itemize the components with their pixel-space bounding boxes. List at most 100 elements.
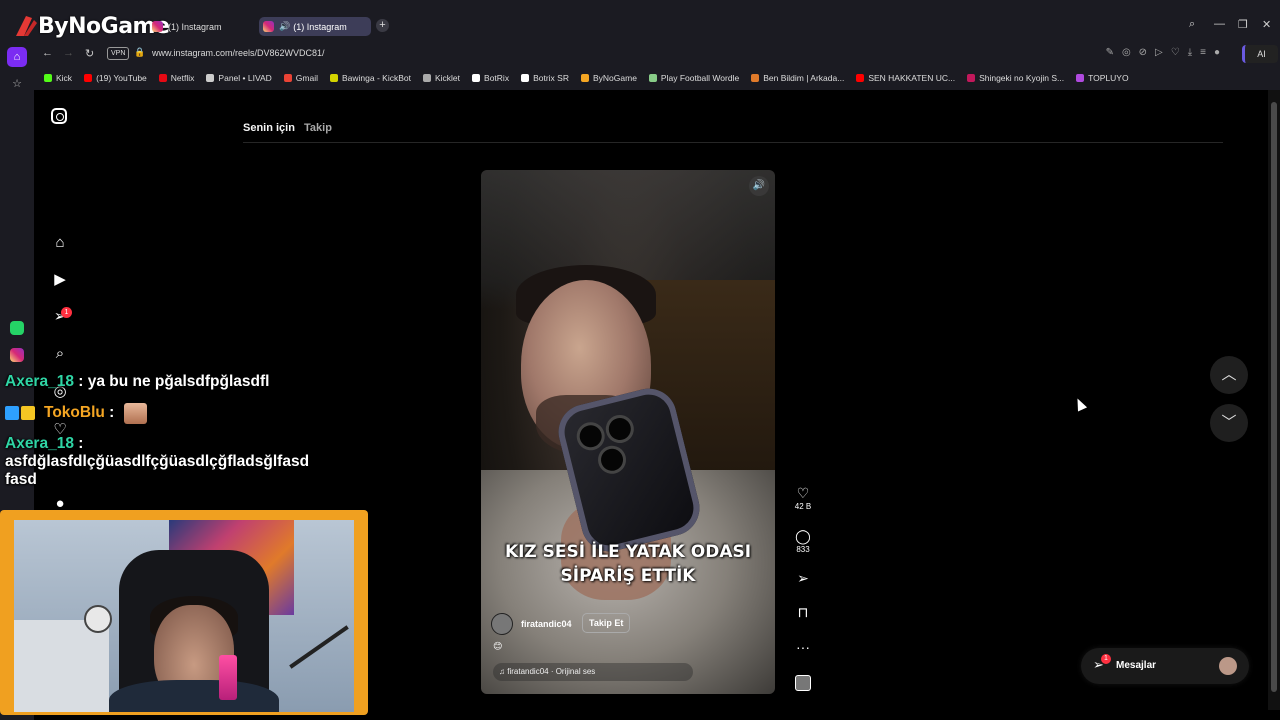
search-tabs-icon[interactable]: ⌕ [1189,18,1195,31]
back-button[interactable]: ← [42,47,53,59]
tab-for-you[interactable]: Senin için [243,122,295,134]
bookmark-kick[interactable]: Kick [44,73,72,83]
send-icon[interactable]: ➢ [793,570,813,586]
kicklet-icon [422,74,431,82]
audio-track[interactable]: ♫ firatandic04 · Orijinal ses [493,663,693,681]
search-icon[interactable]: ⌕ [51,345,69,363]
crown-icon [21,406,35,420]
bookmark-shingeki[interactable]: Shingeki no Kyojin S... [967,73,1064,83]
bawinga-icon [330,74,338,82]
bookmark-botrix[interactable]: BotRix [472,73,509,83]
chevron-up-icon: ︿ [1221,366,1237,383]
toolbar-icons[interactable]: ✎◎⊘▷♡⤓≡● [1106,47,1228,58]
reel-description[interactable]: 😊 [493,641,502,652]
livad-icon [206,74,215,82]
more-icon[interactable]: ··· [793,639,813,655]
youtube-icon [84,74,93,82]
lock-icon[interactable]: 🔒 [134,47,145,58]
address-bar-row: ← → ↻ VPN 🔒 www.instagram.com/reels/DV86… [34,42,1280,66]
home-icon[interactable]: ⌂ [51,234,69,252]
save-action[interactable]: ⊓ [793,604,813,620]
chat-badges [5,406,37,420]
browser-home-icon[interactable]: ⌂ [7,47,27,67]
forward-button[interactable]: → [63,47,74,59]
scrollbar-thumb[interactable] [1271,102,1277,692]
whatsapp-icon[interactable] [10,321,24,335]
chevron-down-icon: ﹀ [1221,414,1237,431]
creator-username[interactable]: firatandic04 [521,619,572,629]
anime-icon [967,74,976,82]
reel-caption: KIZ SESİ İLE YATAK ODASI SİPARİŞ ETTİK [481,540,775,588]
chat-message-2: TokoBlu : [44,404,114,422]
reels-icon[interactable]: ▶ [51,271,69,289]
instagram-favicon-icon [263,21,274,32]
bookmark-youtube[interactable]: (19) YouTube [84,73,147,83]
audio-label: firatandic04 · Orijinal ses [507,667,596,676]
chat-username: TokoBlu [44,404,105,421]
messages-button[interactable]: ➢ 1 Mesajlar [1081,648,1249,684]
ai-button[interactable]: AI [1242,45,1278,63]
maximize-button[interactable]: ❐ [1238,18,1248,31]
bookmark-bynogame[interactable]: ByNoGame [580,73,637,83]
page-scrollbar[interactable] [1268,90,1280,710]
browser-tab-2-active[interactable]: 🔊 (1) Instagram [259,17,371,36]
feed-tabs: Senin için Takip [243,122,338,134]
topluyo-icon [1076,74,1085,82]
bookmark-botrix-sr[interactable]: Botrix SR [521,73,569,83]
vpn-badge[interactable]: VPN [107,47,130,60]
reel-video[interactable]: KIZ SESİ İLE YATAK ODASI SİPARİŞ ETTİK 🔊… [481,170,775,694]
caption-line-1: KIZ SESİ İLE YATAK ODASI [504,542,752,562]
volume-icon[interactable]: 🔊 [749,176,769,196]
more-options[interactable]: ··· [793,639,813,655]
star-icon[interactable]: ☆ [10,77,24,91]
bookmark-topluyo[interactable]: TOPLUYO [1076,73,1129,83]
bookmark-ben-bildim[interactable]: Ben Bildim | Arkada... [751,73,844,83]
tab-following[interactable]: Takip [304,122,332,134]
creator-avatar[interactable] [491,613,513,635]
bookmark-gmail[interactable]: Gmail [283,73,318,83]
football-icon [84,605,112,633]
messages-badge: 1 [1101,654,1111,664]
netflix-icon [158,74,167,82]
caption-line-2: SİPARİŞ ETTİK [560,566,696,586]
bookmark-icon[interactable]: ⊓ [793,604,813,620]
chat-message-1: Axera_18 : ya bu ne pğalsdfpğlasdfl [5,373,269,391]
close-window-button[interactable]: ✕ [1262,18,1271,31]
camera-lens [598,446,626,474]
instagram-logo-icon[interactable] [51,108,67,124]
heart-icon[interactable]: ♡ [793,485,813,501]
minimize-button[interactable]: — [1214,18,1225,30]
badge-icon [5,406,19,420]
follow-button[interactable]: Takip Et [582,613,631,633]
football-wordle-icon [648,74,657,82]
previous-reel-button[interactable]: ︿ [1210,356,1248,394]
new-tab-button[interactable]: + [376,19,389,32]
url-text[interactable]: www.instagram.com/reels/DV862WVDC81/ [152,48,325,58]
tab-title: (1) Instagram [293,21,347,32]
browser-tab-bar: ByNoGame (1) Instagram 🔊 (1) Instagram +… [0,0,1280,42]
comment-icon[interactable]: ◯ [793,528,813,544]
bookmark-kicklet[interactable]: Kicklet [422,73,460,83]
chat-text-line2: asfdğlasfdlçğüasdlfçğüasdlçğfladsğlfasd [5,453,310,470]
comment-action[interactable]: ◯ 833 [793,528,813,556]
like-action[interactable]: ♡ 42 B [793,485,813,513]
webcam-overlay [0,510,368,715]
ben-bildim-icon [751,74,760,82]
mouse-cursor-icon [1072,396,1088,412]
chat-text: : [104,404,115,421]
bookmark-bawinga[interactable]: Bawinga - KickBot [330,73,411,83]
browser-tab-1[interactable]: (1) Instagram [148,17,252,36]
bookmark-livad[interactable]: Panel • LIVAD [206,73,272,83]
reload-button[interactable]: ↻ [85,47,94,60]
bookmark-netflix[interactable]: Netflix [158,73,194,83]
comment-count: 833 [796,545,810,554]
tab-title: (1) Instagram [168,21,222,32]
bookmark-football-wordle[interactable]: Play Football Wordle [648,73,739,83]
audio-thumbnail[interactable] [795,675,811,691]
bynogame-logo-icon [16,16,37,36]
bookmark-sen-hakkaten[interactable]: SEN HAKKATEN UC... [856,73,955,83]
next-reel-button[interactable]: ﹀ [1210,404,1248,442]
instagram-sidebar-icon[interactable] [10,348,24,362]
chat-username: Axera_18 [5,373,74,390]
share-action[interactable]: ➢ [793,570,813,586]
